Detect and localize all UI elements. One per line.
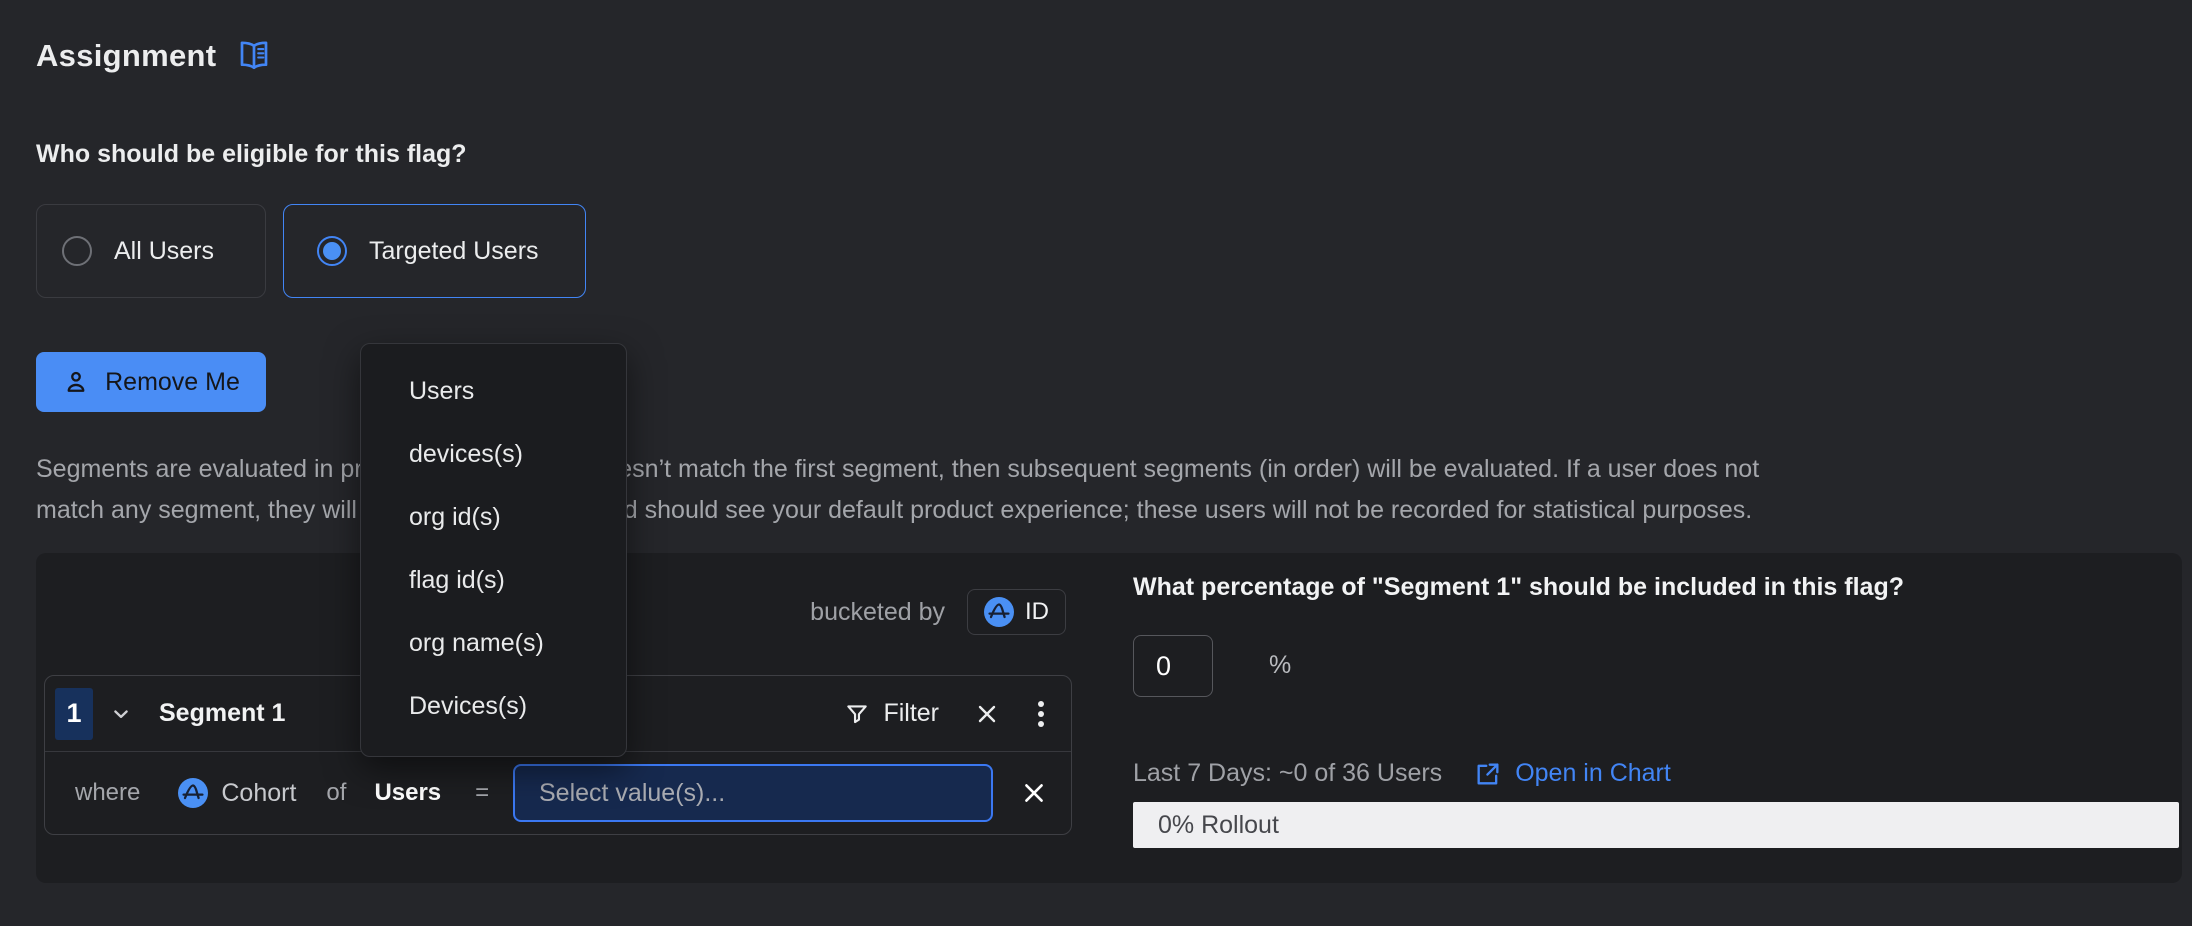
option-all-users[interactable]: All Users (36, 204, 266, 298)
subject-selector[interactable]: Users (374, 779, 441, 807)
operator-selector[interactable]: = (475, 779, 489, 807)
book-open-icon[interactable] (236, 38, 272, 74)
cohort-property-chip[interactable]: Cohort (178, 778, 296, 808)
id-type-dropdown-menu: Users devices(s) org id(s) flag id(s) or… (360, 343, 627, 757)
remove-me-button[interactable]: Remove Me (36, 352, 266, 412)
rollout-stats: Last 7 Days: ~0 of 36 Users (1133, 759, 1442, 788)
page-header: Assignment (36, 38, 272, 74)
filter-button[interactable]: Filter (844, 699, 939, 728)
menu-item-users[interactable]: Users (361, 360, 626, 423)
filter-label: Filter (883, 699, 939, 728)
remove-condition-button[interactable] (1021, 780, 1047, 806)
external-link-icon[interactable] (1474, 760, 1502, 788)
rollout-stats-row: Last 7 Days: ~0 of 36 Users Open in Char… (1133, 759, 1671, 788)
segments-description-line1: Segments are evaluated in priority order… (36, 449, 1759, 490)
rollout-question: What percentage of "Segment 1" should be… (1133, 573, 1904, 602)
close-icon (975, 702, 999, 726)
option-targeted-users-label: Targeted Users (369, 237, 539, 266)
remove-segment-button[interactable] (975, 702, 999, 726)
open-in-chart-link[interactable]: Open in Chart (1515, 759, 1671, 788)
bucketed-by-label: bucketed by (810, 598, 945, 627)
of-label: of (326, 779, 346, 807)
menu-item-devices-2[interactable]: Devices(s) (361, 675, 626, 738)
option-all-users-label: All Users (114, 237, 214, 266)
menu-item-org-name[interactable]: org name(s) (361, 612, 626, 675)
cohort-property-label: Cohort (221, 779, 296, 808)
where-label: where (75, 779, 140, 807)
value-select-input[interactable] (513, 764, 993, 822)
option-targeted-users[interactable]: Targeted Users (283, 204, 586, 298)
segment-index-badge[interactable]: 1 (55, 688, 93, 740)
remove-me-label: Remove Me (105, 368, 240, 397)
filter-icon (844, 701, 870, 727)
eligibility-question: Who should be eligible for this flag? (36, 140, 467, 169)
percentage-input[interactable] (1133, 635, 1213, 697)
assignment-page: Assignment Who should be eligible for th… (0, 0, 2192, 926)
segment-panel: bucketed by ID 1 Segment 1 (36, 553, 2182, 883)
close-icon (1021, 780, 1047, 806)
user-icon (62, 368, 90, 396)
radio-unselected-icon (62, 236, 92, 266)
bucketed-by-chip[interactable]: ID (967, 589, 1066, 635)
rollout-bar-label: 0% Rollout (1158, 811, 1279, 840)
page-title: Assignment (36, 38, 216, 74)
segment-name: Segment 1 (159, 699, 285, 728)
menu-item-flag-id[interactable]: flag id(s) (361, 549, 626, 612)
menu-item-devices[interactable]: devices(s) (361, 423, 626, 486)
kebab-menu-icon[interactable] (1037, 699, 1045, 729)
segments-description: Segments are evaluated in priority order… (36, 449, 1759, 531)
percent-sign: % (1269, 651, 1291, 680)
segment-actions: Filter (844, 699, 1045, 729)
segment-condition-row: where Cohort of Users = (45, 752, 1071, 834)
amplitude-logo-icon (178, 778, 208, 808)
amplitude-logo-icon (984, 597, 1014, 627)
rollout-progress-bar: 0% Rollout (1133, 802, 2179, 848)
menu-item-org-id[interactable]: org id(s) (361, 486, 626, 549)
segments-description-line2: match any segment, they will not receive… (36, 490, 1759, 531)
bucketed-by-value: ID (1025, 598, 1049, 626)
radio-selected-icon (317, 236, 347, 266)
chevron-down-icon[interactable] (111, 704, 131, 724)
